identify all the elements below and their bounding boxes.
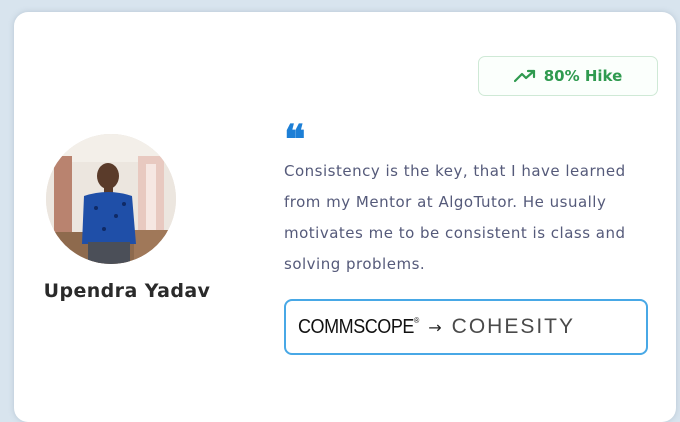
new-company-logo: COHESITY <box>451 315 576 338</box>
avatar <box>46 134 176 264</box>
quote-icon: ❝ <box>284 116 306 163</box>
testimonial-card: 80% Hike Upendra Yadav ❝ Consistency is … <box>14 12 676 422</box>
previous-company-logo: COMMSCOPE® <box>298 315 419 338</box>
hike-label: 80% Hike <box>543 67 623 85</box>
arrow-right-icon: → <box>428 317 442 337</box>
trending-up-icon <box>513 69 535 83</box>
student-name: Upendra Yadav <box>43 280 211 302</box>
company-transition: COMMSCOPE® → COHESITY <box>284 299 648 355</box>
salary-hike-badge: 80% Hike <box>478 56 658 96</box>
testimonial-text: Consistency is the key, that I have lear… <box>284 162 626 273</box>
